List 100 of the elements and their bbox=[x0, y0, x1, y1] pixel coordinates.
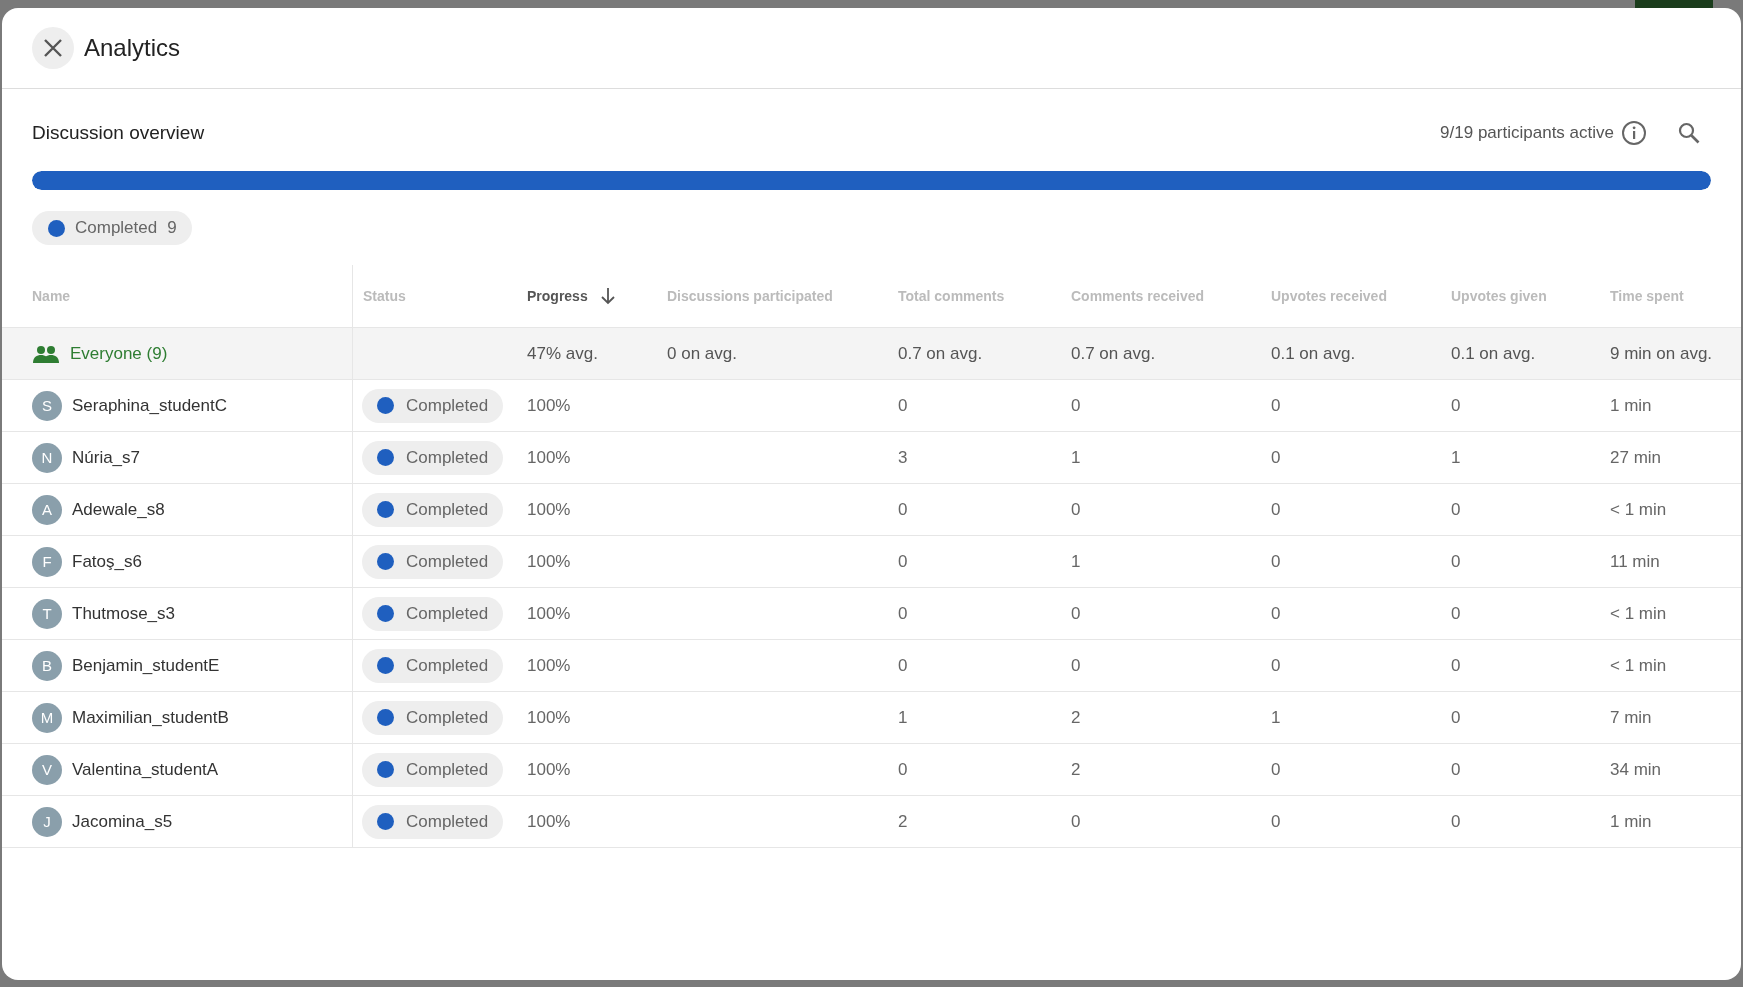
table-cell: 1 bbox=[1451, 447, 1461, 468]
table-cell: 0 bbox=[1071, 395, 1081, 416]
participant-name: Seraphina_studentC bbox=[72, 395, 227, 416]
table-cell: 0.7 on avg. bbox=[898, 343, 983, 364]
avatar: J bbox=[32, 806, 62, 837]
table-cell: 0 bbox=[1271, 811, 1281, 832]
section-title: Discussion overview bbox=[32, 122, 206, 144]
close-button[interactable] bbox=[32, 27, 74, 69]
table-cell: 0 on avg. bbox=[667, 343, 737, 364]
avatar: B bbox=[32, 650, 62, 681]
table-cell: 0 bbox=[1071, 811, 1081, 832]
legend-label: Completed bbox=[75, 218, 158, 238]
avatar: N bbox=[32, 442, 62, 473]
table-cell: 1 bbox=[1071, 551, 1081, 572]
table-cell: 0 bbox=[898, 551, 908, 572]
table-cell: 0 bbox=[1271, 551, 1281, 572]
table-cell: 100% bbox=[527, 447, 571, 468]
table-cell: 0 bbox=[898, 499, 908, 520]
status-label: Completed bbox=[406, 707, 489, 728]
column-header[interactable]: Status bbox=[363, 288, 406, 304]
table-cell: 0 bbox=[898, 655, 908, 676]
avatar: A bbox=[32, 494, 62, 525]
table-cell: 0 bbox=[1271, 655, 1281, 676]
status-label: Completed bbox=[406, 499, 489, 520]
table-cell: 0 bbox=[898, 759, 908, 780]
table-cell: 2 bbox=[898, 811, 908, 832]
table-cell: 2 bbox=[1071, 707, 1081, 728]
table-cell: 3 bbox=[898, 447, 908, 468]
table-cell: 0 bbox=[1071, 499, 1081, 520]
status-label: Completed bbox=[406, 655, 489, 676]
table-cell: 0 bbox=[1451, 811, 1461, 832]
table-cell: 0 bbox=[1271, 603, 1281, 624]
participant-name: Thutmose_s3 bbox=[72, 603, 175, 624]
table-cell: 1 min bbox=[1610, 811, 1652, 832]
column-header[interactable]: Upvotes given bbox=[1451, 288, 1547, 304]
column-header[interactable]: Progress bbox=[527, 288, 588, 304]
table-cell: 0 bbox=[1271, 395, 1281, 416]
table-cell: < 1 min bbox=[1610, 655, 1667, 676]
table-cell: 0 bbox=[1451, 655, 1461, 676]
close-icon bbox=[42, 37, 64, 59]
table-cell: 1 min bbox=[1610, 395, 1652, 416]
table-cell: 0.1 on avg. bbox=[1451, 343, 1536, 364]
avatar: S bbox=[32, 390, 62, 421]
table-cell: 0 bbox=[1451, 395, 1461, 416]
table-cell: 1 bbox=[1071, 447, 1081, 468]
table-cell: 100% bbox=[527, 655, 571, 676]
table-cell: 0 bbox=[898, 395, 908, 416]
table-cell: 0 bbox=[1451, 759, 1461, 780]
avatar: T bbox=[32, 598, 62, 629]
column-header[interactable]: Upvotes received bbox=[1271, 288, 1387, 304]
participant-name: Maximilian_studentB bbox=[72, 707, 229, 728]
table-cell: 100% bbox=[527, 707, 571, 728]
table-cell: 0 bbox=[1271, 447, 1281, 468]
column-header[interactable]: Name bbox=[32, 288, 71, 304]
everyone-link[interactable]: Everyone (9) bbox=[70, 343, 168, 364]
table-cell: < 1 min bbox=[1610, 603, 1667, 624]
table-cell: 47% avg. bbox=[527, 343, 598, 364]
table-cell: 11 min bbox=[1610, 551, 1660, 572]
dialog-title: Analytics bbox=[84, 34, 181, 62]
table-cell: 2 bbox=[1071, 759, 1081, 780]
table-cell: 100% bbox=[527, 551, 571, 572]
table-cell: 100% bbox=[527, 603, 571, 624]
status-label: Completed bbox=[406, 395, 489, 416]
column-header[interactable]: Discussions participated bbox=[667, 288, 833, 304]
table-cell: < 1 min bbox=[1610, 499, 1667, 520]
table-cell: 1 bbox=[898, 707, 908, 728]
table-cell: 1 bbox=[1271, 707, 1281, 728]
avatar: F bbox=[32, 546, 62, 577]
status-label: Completed bbox=[406, 759, 489, 780]
status-label: Completed bbox=[406, 811, 489, 832]
avatar: M bbox=[32, 702, 62, 733]
table-cell: 0 bbox=[1451, 551, 1461, 572]
legend-count: 9 bbox=[167, 218, 177, 238]
avatar: V bbox=[32, 754, 62, 785]
table-cell: 9 min on avg. bbox=[1610, 343, 1713, 364]
participant-name: Adewale_s8 bbox=[72, 499, 165, 520]
table-cell: 34 min bbox=[1610, 759, 1662, 780]
table-cell: 27 min bbox=[1610, 447, 1662, 468]
status-label: Completed bbox=[406, 447, 489, 468]
participant-name: Núria_s7 bbox=[72, 447, 141, 468]
search-icon[interactable] bbox=[1677, 121, 1701, 145]
info-icon[interactable] bbox=[1621, 120, 1647, 146]
column-header[interactable]: Time spent bbox=[1610, 288, 1684, 304]
column-header[interactable]: Total comments bbox=[898, 288, 1005, 304]
table-cell: 0.7 on avg. bbox=[1071, 343, 1156, 364]
table-cell: 100% bbox=[527, 759, 571, 780]
table-cell: 0 bbox=[1071, 655, 1081, 676]
column-header[interactable]: Comments received bbox=[1071, 288, 1205, 304]
table-cell: 0 bbox=[898, 603, 908, 624]
table-cell: 0 bbox=[1271, 759, 1281, 780]
status-label: Completed bbox=[406, 551, 489, 572]
table-cell: 100% bbox=[527, 499, 571, 520]
sort-arrow-icon[interactable] bbox=[599, 287, 616, 305]
participant-name: Valentina_studentA bbox=[72, 759, 219, 780]
participant-name: Fatoş_s6 bbox=[72, 551, 142, 572]
status-label: Completed bbox=[406, 603, 489, 624]
table-cell: 0 bbox=[1071, 603, 1081, 624]
group-icon bbox=[32, 344, 60, 363]
table-cell: 0 bbox=[1451, 707, 1461, 728]
table-cell: 0 bbox=[1451, 499, 1461, 520]
